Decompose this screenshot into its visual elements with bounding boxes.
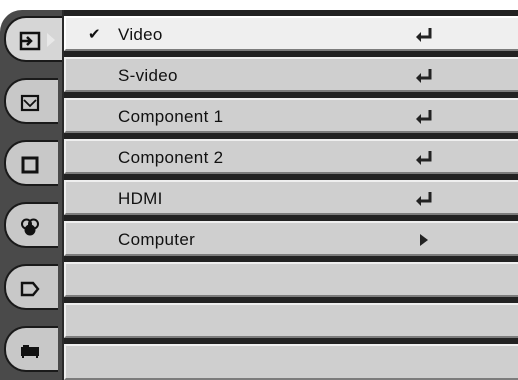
selected-check-icon: ✔ [88,26,101,43]
tab-projector[interactable] [4,326,58,372]
setting-icon [20,281,40,297]
menu-tab-rail [0,10,64,380]
input-icon [19,31,41,51]
menu-item-label: S-video [118,66,178,85]
tab-setting[interactable] [4,264,58,310]
color-adjust-icon [21,218,39,236]
menu-item-label: Video [118,25,163,44]
tab-screen[interactable] [4,140,58,186]
tab-color[interactable] [4,202,58,248]
menu-item-label: Computer [118,230,196,249]
enter-icon [416,28,432,42]
menu-item-label: Component 2 [118,148,224,167]
menu-item-hdmi[interactable]: HDMI [64,180,518,215]
menu-item-empty [64,303,518,338]
enter-icon [416,192,432,206]
menu-item-label: Component 1 [118,107,224,126]
input-menu-list: ✔ Video S-video Component 1 Component 2 … [64,10,518,380]
menu-item-component-1[interactable]: Component 1 [64,98,518,133]
menu-item-empty [64,262,518,297]
screen-icon [21,156,39,174]
active-tab-arrow-icon [47,33,55,47]
enter-icon [416,151,432,165]
menu-item-s-video[interactable]: S-video [64,57,518,92]
image-adjust-icon [20,94,40,112]
menu-item-component-2[interactable]: Component 2 [64,139,518,174]
tab-input[interactable] [4,16,64,62]
tab-image[interactable] [4,78,58,124]
menu-item-computer[interactable]: Computer [64,221,518,256]
projector-icon [21,345,39,358]
menu-item-video[interactable]: ✔ Video [64,16,518,51]
enter-icon [416,110,432,124]
projector-osd-menu: ✔ Video S-video Component 1 Component 2 … [0,10,518,380]
menu-item-empty [64,344,518,380]
menu-item-label: HDMI [118,189,163,208]
submenu-arrow-icon [420,234,428,246]
enter-icon [416,69,432,83]
